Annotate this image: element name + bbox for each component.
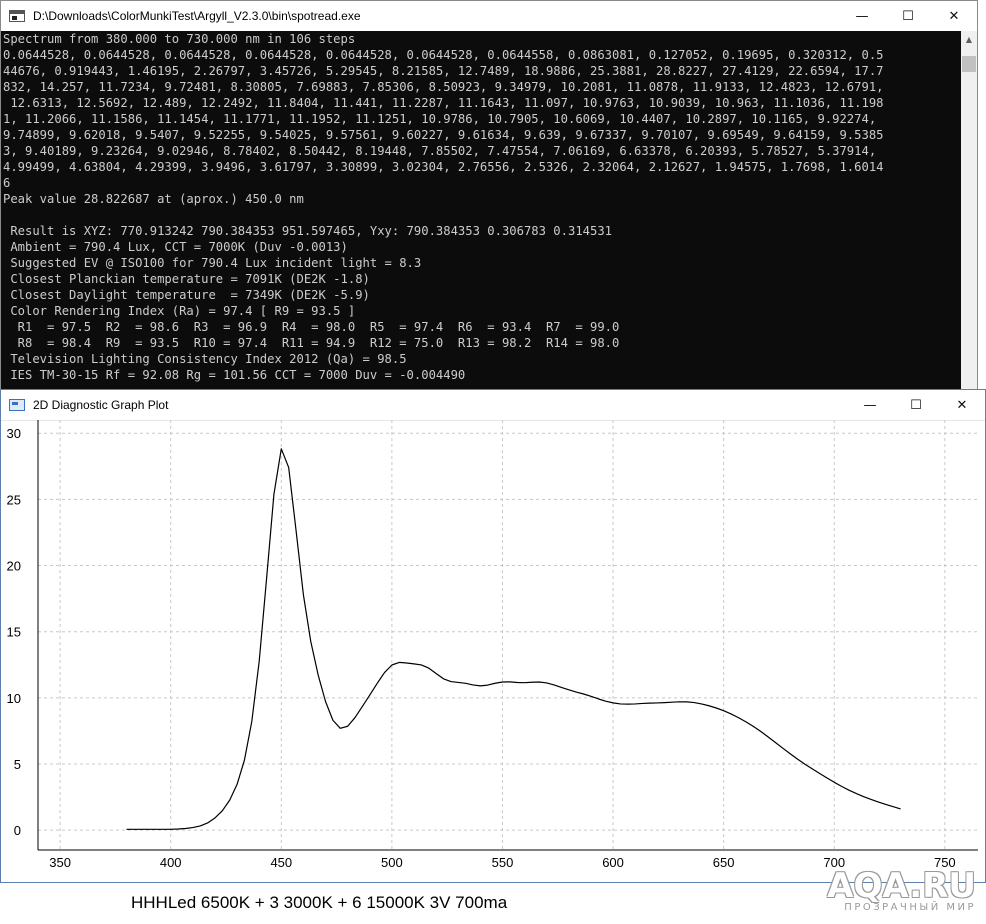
console-line: Closest Daylight temperature = 7349K (DE… xyxy=(3,288,370,302)
console-line: 9.74899, 9.62018, 9.5407, 9.52255, 9.540… xyxy=(3,128,884,142)
console-line: Ambient = 790.4 Lux, CCT = 7000K (Duv -0… xyxy=(3,240,348,254)
plot-titlebar[interactable]: 2D Diagnostic Graph Plot — ☐ ✕ xyxy=(1,390,985,421)
watermark-logo: AQA.RU ПРОЗРАЧНЫЙ МИР xyxy=(827,868,976,914)
console-line: Peak value 28.822687 at (aprox.) 450.0 n… xyxy=(3,192,304,206)
console-window: D:\Downloads\ColorMunkiTest\Argyll_V2.3.… xyxy=(0,0,978,392)
console-minimize-button[interactable]: — xyxy=(839,1,885,31)
y-tick-label: 20 xyxy=(7,559,21,574)
console-line: 44676, 0.919443, 1.46195, 2.26797, 3.457… xyxy=(3,64,884,78)
plot-close-button[interactable]: ✕ xyxy=(939,390,985,420)
minimize-icon: — xyxy=(863,397,877,413)
console-line: Color Rendering Index (Ra) = 97.4 [ R9 =… xyxy=(3,304,356,318)
console-line: Result is XYZ: 770.913242 790.384353 951… xyxy=(3,224,613,238)
console-scrollbar[interactable]: ▲ xyxy=(961,31,977,391)
console-line: 3, 9.40189, 9.23264, 9.02946, 8.78402, 8… xyxy=(3,144,877,158)
console-output[interactable]: Spectrum from 380.000 to 730.000 nm in 1… xyxy=(1,31,961,391)
x-tick-label: 400 xyxy=(160,855,182,870)
x-tick-label: 650 xyxy=(713,855,735,870)
console-line: Suggested EV @ ISO100 for 790.4 Lux inci… xyxy=(3,256,422,270)
plot-window: 2D Diagnostic Graph Plot — ☐ ✕ 350 400 450… xyxy=(0,389,986,883)
maximize-icon: ☐ xyxy=(902,8,914,24)
plot-minimize-button[interactable]: — xyxy=(847,390,893,420)
y-tick-label: 30 xyxy=(7,426,21,441)
console-line: 6 xyxy=(3,176,11,190)
spectrum-chart: 350 400 450 500 550 600 650 700 750051015202530 xyxy=(7,420,978,870)
console-app-icon xyxy=(9,10,25,22)
minimize-icon: — xyxy=(855,8,869,24)
console-title: D:\Downloads\ColorMunkiTest\Argyll_V2.3.… xyxy=(33,9,361,23)
y-tick-label: 25 xyxy=(7,492,21,507)
x-tick-label: 500 xyxy=(381,855,403,870)
x-tick-label: 450 xyxy=(270,855,292,870)
console-line: Television Lighting Consistency Index 20… xyxy=(3,352,407,366)
console-line: Spectrum from 380.000 to 730.000 nm in 1… xyxy=(3,32,356,46)
x-tick-label: 550 xyxy=(492,855,514,870)
spectrum-series-line xyxy=(126,448,901,830)
y-tick-label: 0 xyxy=(14,823,21,838)
plot-app-icon xyxy=(9,399,25,411)
y-tick-label: 5 xyxy=(14,757,21,772)
x-tick-label: 350 xyxy=(49,855,71,870)
console-line: 832, 14.257, 11.7234, 9.72481, 8.30805, … xyxy=(3,80,884,94)
scrollbar-thumb[interactable] xyxy=(962,56,976,72)
console-line: 12.6313, 12.5692, 12.489, 12.2492, 11.84… xyxy=(3,96,884,110)
maximize-icon: ☐ xyxy=(910,397,922,413)
watermark-sub: ПРОЗРАЧНЫЙ МИР xyxy=(844,902,976,913)
caption: HHHLed 6500K + 3 3000K + 6 15000K 3V 700… xyxy=(131,893,508,912)
console-line: Closest Planckian temperature = 7091K (D… xyxy=(3,272,370,286)
x-tick-label: 600 xyxy=(602,855,624,870)
console-line: R1 = 97.5 R2 = 98.6 R3 = 96.9 R4 = 98.0 … xyxy=(3,320,620,334)
console-maximize-button[interactable]: ☐ xyxy=(885,1,931,31)
y-tick-label: 10 xyxy=(7,691,21,706)
console-line: 0.0644528, 0.0644528, 0.0644528, 0.06445… xyxy=(3,48,884,62)
console-line: IES TM-30-15 Rf = 92.08 Rg = 101.56 CCT … xyxy=(3,368,466,382)
console-line: R8 = 98.4 R9 = 93.5 R10 = 97.4 R11 = 94.… xyxy=(3,336,620,350)
close-icon: ✕ xyxy=(948,8,960,24)
close-icon: ✕ xyxy=(956,397,968,413)
plot-title: 2D Diagnostic Graph Plot xyxy=(33,398,169,412)
watermark-main: AQA.RU xyxy=(827,866,976,906)
scroll-up-arrow-icon[interactable]: ▲ xyxy=(961,31,977,47)
console-line: 4.99499, 4.63804, 4.29399, 3.9496, 3.617… xyxy=(3,160,884,174)
y-tick-label: 15 xyxy=(7,625,21,640)
console-titlebar[interactable]: D:\Downloads\ColorMunkiTest\Argyll_V2.3.… xyxy=(1,1,977,31)
plot-maximize-button[interactable]: ☐ xyxy=(893,390,939,420)
console-line: 1, 11.2066, 11.1586, 11.1454, 11.1771, 1… xyxy=(3,112,877,126)
console-close-button[interactable]: ✕ xyxy=(931,1,977,31)
